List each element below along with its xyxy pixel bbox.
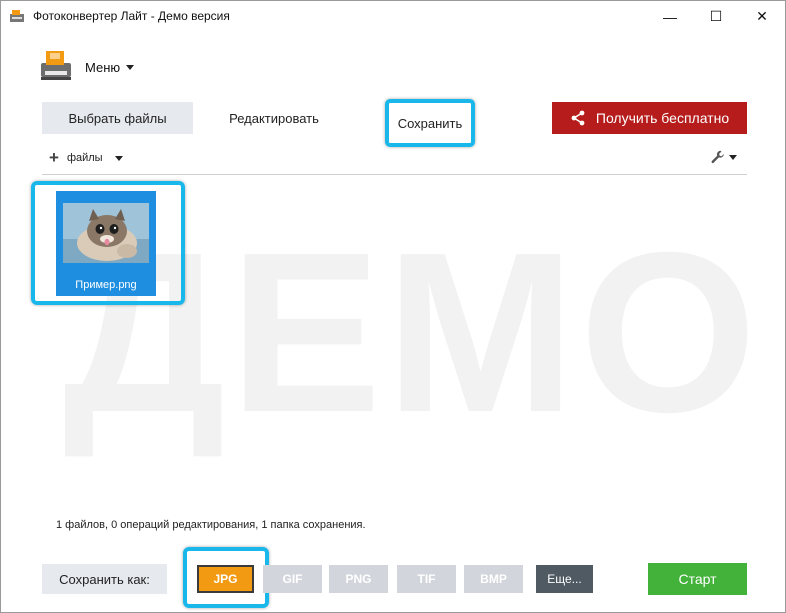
settings-dropdown[interactable] (711, 150, 737, 164)
maximize-icon: ☐ (709, 8, 723, 24)
close-icon: ✕ (756, 8, 768, 24)
chevron-down-icon (114, 155, 123, 161)
file-tile-highlight (31, 181, 185, 305)
tab-select-files[interactable]: Выбрать файлы (42, 102, 193, 134)
get-free-label: Получить бесплатно (595, 110, 730, 126)
tab-save[interactable]: Сохранить (385, 99, 475, 147)
format-bmp-button[interactable]: BMP (464, 565, 523, 593)
title-bar: Фотоконвертер Лайт - Демо версия — ☐ ✕ (1, 1, 785, 32)
menu-label: Меню (85, 59, 121, 75)
app-logo-icon (41, 51, 71, 80)
more-formats-button[interactable]: Еще... (536, 565, 593, 593)
save-as-label: Сохранить как: (42, 564, 167, 594)
maximize-button[interactable]: ☐ (693, 1, 739, 32)
format-png-button[interactable]: PNG (329, 565, 388, 593)
status-text: 1 файлов, 0 операций редактирования, 1 п… (56, 519, 366, 531)
tab-edit[interactable]: Редактировать (201, 102, 347, 134)
format-gif-button[interactable]: GIF (263, 565, 322, 593)
toolbar-divider (42, 174, 747, 175)
format-jpg-button[interactable]: JPG (197, 565, 254, 593)
chevron-down-icon (729, 154, 737, 160)
share-icon (571, 110, 585, 126)
plus-icon: + (49, 148, 59, 167)
format-tif-button[interactable]: TIF (397, 565, 456, 593)
start-button[interactable]: Старт (648, 563, 747, 595)
files-label: файлы (66, 152, 103, 164)
app-window: Фотоконвертер Лайт - Демо версия — ☐ ✕ М… (0, 0, 786, 613)
get-free-button[interactable]: Получить бесплатно (552, 102, 747, 134)
window-title: Фотоконвертер Лайт - Демо версия (33, 9, 230, 23)
minimize-button[interactable]: — (647, 1, 693, 32)
menu-button[interactable]: Меню (85, 57, 135, 77)
files-dropdown[interactable]: + файлы (49, 148, 123, 167)
minimize-icon: — (663, 8, 677, 25)
app-icon (10, 10, 24, 22)
close-button[interactable]: ✕ (739, 1, 785, 32)
wrench-icon (711, 150, 724, 164)
chevron-down-icon (126, 64, 135, 70)
